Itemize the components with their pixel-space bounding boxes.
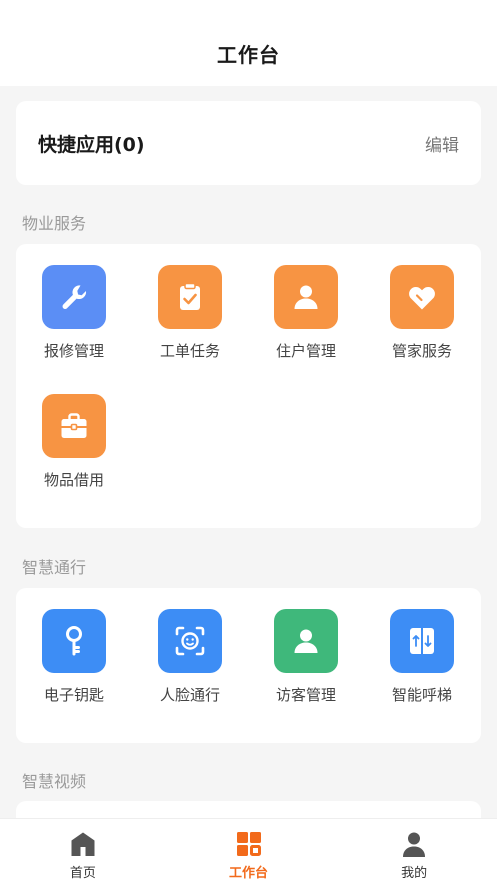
- toolbox-icon: [42, 394, 106, 458]
- tab-home[interactable]: 首页: [0, 819, 166, 883]
- app-label: 人脸通行: [159, 686, 220, 704]
- tab-label: 首页: [69, 866, 96, 881]
- app-label: 住户管理: [275, 342, 336, 360]
- app-electronic-key[interactable]: 电子钥匙: [16, 609, 132, 705]
- app-label: 管家服务: [391, 342, 452, 360]
- tab-label: 我的: [401, 866, 428, 881]
- section-title-traffic: 智慧通行: [22, 558, 87, 577]
- app-visitor-management[interactable]: 访客管理: [248, 609, 364, 705]
- workbench-icon: [236, 832, 261, 856]
- app-label: 访客管理: [275, 686, 336, 704]
- app-repair-management[interactable]: 报修管理: [16, 265, 132, 361]
- app-label: 报修管理: [43, 342, 104, 360]
- page-header: 工作台: [0, 0, 497, 86]
- edit-button[interactable]: 编辑: [425, 131, 459, 156]
- page-title: 工作台: [217, 43, 280, 67]
- app-label: 工单任务: [159, 342, 220, 360]
- app-item-borrowing[interactable]: 物品借用: [16, 394, 132, 490]
- clipboard-check-icon: [158, 265, 222, 329]
- app-resident-management[interactable]: 住户管理: [248, 265, 364, 361]
- face-scan-icon: [158, 609, 222, 673]
- tab-label: 工作台: [229, 866, 269, 881]
- tab-mine[interactable]: 我的: [331, 819, 497, 883]
- home-icon: [71, 832, 95, 856]
- heart-icon: [390, 265, 454, 329]
- profile-icon: [403, 832, 426, 857]
- app-smart-elevator-call[interactable]: 智能呼梯: [364, 609, 480, 705]
- section-title-video: 智慧视频: [22, 772, 87, 791]
- key-icon: [42, 609, 106, 673]
- bottom-tab-bar: 首页 工作台 我的: [0, 818, 497, 883]
- smart-traffic-card: 电子钥匙 人脸通行 访客管理 智能呼梯: [16, 588, 481, 743]
- person-icon: [274, 265, 338, 329]
- tab-workbench[interactable]: 工作台: [166, 819, 332, 883]
- quick-apps-card: 快捷应用(0) 编辑: [16, 101, 481, 185]
- section-title-property: 物业服务: [22, 214, 87, 233]
- app-label: 电子钥匙: [43, 686, 104, 704]
- wrench-icon: [42, 265, 106, 329]
- app-work-order-tasks[interactable]: 工单任务: [132, 265, 248, 361]
- app-face-access[interactable]: 人脸通行: [132, 609, 248, 705]
- quick-apps-title: 快捷应用(0): [38, 133, 145, 156]
- app-label: 物品借用: [43, 471, 104, 489]
- app-butler-service[interactable]: 管家服务: [364, 265, 480, 361]
- elevator-icon: [390, 609, 454, 673]
- app-label: 智能呼梯: [391, 686, 452, 704]
- property-services-card: 报修管理 工单任务 住户管理 管家服务 物品借用: [16, 244, 481, 528]
- visitor-icon: [274, 609, 338, 673]
